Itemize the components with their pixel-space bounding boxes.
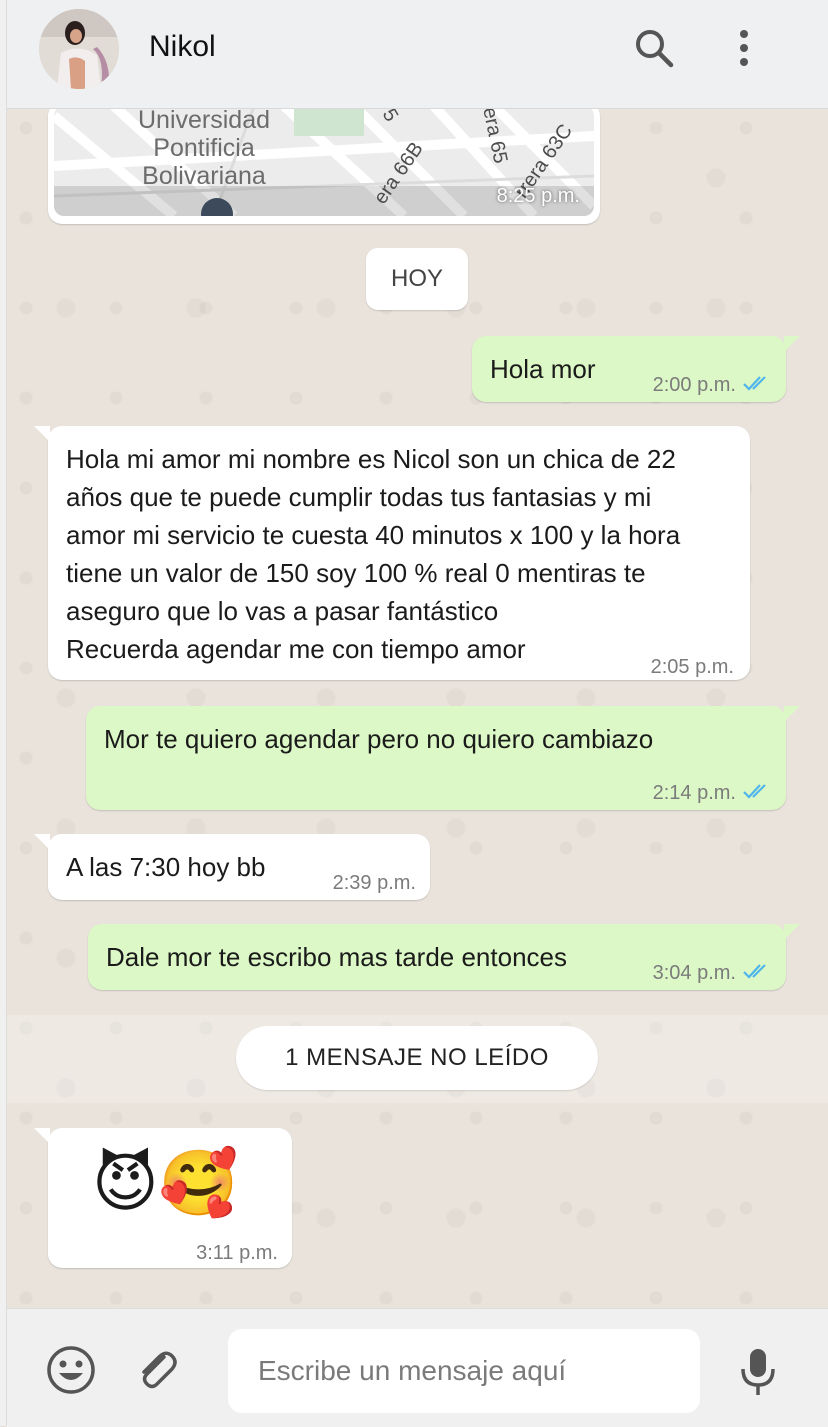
date-divider: HOY xyxy=(366,248,468,310)
message-text: Dale mor te escribo mas tarde entonces xyxy=(106,942,567,972)
location-message[interactable]: Universidad Pontificia Bolivariana 5 era… xyxy=(48,108,600,224)
outgoing-message[interactable]: Hola mor 2:00 p.m. xyxy=(472,336,800,405)
chat-header: Nikol xyxy=(6,0,828,109)
incoming-message[interactable]: A las 7:30 hoy bb 2:39 p.m. xyxy=(34,834,430,900)
message-meta: 2:00 p.m. xyxy=(653,366,772,405)
map-place-label: Universidad Pontificia Bolivariana xyxy=(138,108,271,190)
message-time: 2:00 p.m. xyxy=(652,374,736,396)
contact-avatar[interactable] xyxy=(39,9,119,89)
message-text: A las 7:30 hoy bb xyxy=(66,852,266,882)
composer-bar xyxy=(6,1308,828,1427)
message-meta: 3:04 p.m. xyxy=(653,954,772,993)
message-meta: 2:14 p.m. xyxy=(653,774,772,813)
message-list[interactable]: Universidad Pontificia Bolivariana 5 era… xyxy=(6,108,828,1308)
outgoing-message[interactable]: Dale mor te escribo mas tarde entonces 3… xyxy=(88,924,800,993)
message-input[interactable] xyxy=(228,1329,700,1413)
emoji-text: 😈🥰 xyxy=(92,1147,239,1221)
double-check-icon xyxy=(742,367,772,405)
incoming-message[interactable]: 😈🥰 3:11 p.m. xyxy=(34,1128,292,1268)
emoji-icon[interactable] xyxy=(46,1345,96,1400)
unread-divider: 1 MENSAJE NO LEÍDO xyxy=(236,1026,598,1090)
message-text: Mor te quiero agendar pero no quiero cam… xyxy=(104,724,654,754)
message-time: 3:11 p.m. xyxy=(196,1242,278,1264)
message-input-box[interactable] xyxy=(228,1329,700,1413)
map-preview[interactable]: Universidad Pontificia Bolivariana 5 era… xyxy=(54,108,594,216)
message-text: Hola mi amor mi nombre es Nicol son un c… xyxy=(66,444,681,664)
contact-name[interactable]: Nikol xyxy=(149,30,216,64)
search-icon[interactable] xyxy=(632,26,676,70)
incoming-message[interactable]: Hola mi amor mi nombre es Nicol son un c… xyxy=(34,426,750,680)
message-time: 2:39 p.m. xyxy=(332,872,416,894)
window-edge xyxy=(0,0,7,1426)
mic-icon[interactable] xyxy=(738,1347,778,1402)
double-check-icon xyxy=(742,775,772,813)
double-check-icon xyxy=(742,955,772,993)
attach-icon[interactable] xyxy=(134,1347,180,1398)
message-time: 2:05 p.m. xyxy=(650,656,734,678)
message-text: Hola mor xyxy=(490,354,596,384)
message-time: 2:14 p.m. xyxy=(652,782,736,804)
chat-window: Nikol Universidad Pontificia Bolivariana… xyxy=(0,0,828,1427)
message-time: 8:25 p.m. xyxy=(496,185,580,207)
message-time: 3:04 p.m. xyxy=(652,962,736,984)
outgoing-message[interactable]: Mor te quiero agendar pero no quiero cam… xyxy=(86,706,800,813)
more-vert-icon[interactable] xyxy=(722,26,766,70)
